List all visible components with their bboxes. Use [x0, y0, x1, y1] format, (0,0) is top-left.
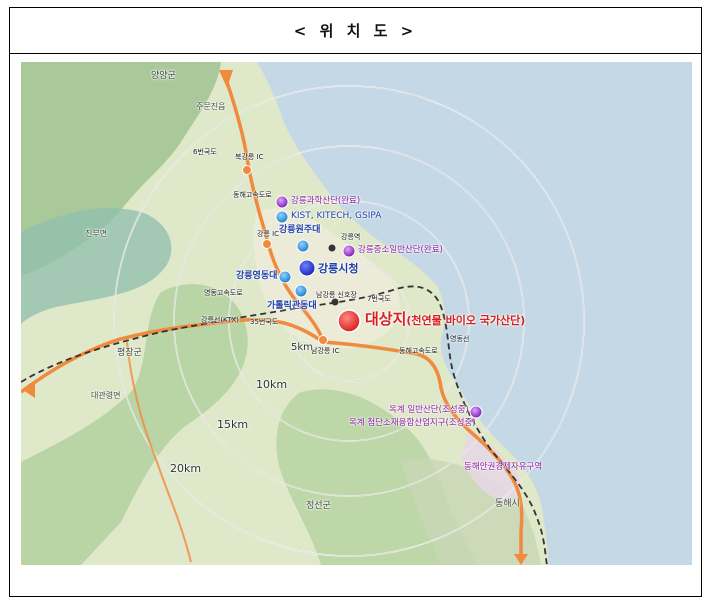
road-label-yeongdong-line: 영동선 [450, 335, 470, 343]
road-label-r7: 7번국도 [367, 295, 391, 303]
road-label-r35: 35번국도 [250, 318, 279, 326]
ring-label-5km: 5km [291, 342, 313, 353]
place-daegwallyeong: 대관령면 [91, 391, 121, 400]
city-hall-marker [298, 259, 316, 277]
ic-namgangneung [318, 335, 328, 345]
road-label-namgangneung: 남강릉 IC [311, 347, 340, 355]
road-label-r6: 6번국도 [193, 148, 217, 156]
place-yangyang: 양양군 [151, 71, 176, 81]
label-catholic-university: 가톨릭관동대 [267, 301, 317, 311]
institutes-marker [275, 210, 289, 224]
place-donghae: 동해시 [495, 499, 520, 509]
place-pyeongchang: 평창군 [117, 348, 142, 358]
label-yeongdong-university: 강릉영동대 [236, 271, 278, 281]
catholic-university-marker [294, 284, 308, 298]
science-complex-marker [275, 195, 289, 209]
road-label-gangneung-station: 강릉역 [341, 233, 361, 241]
yeongdong-university-marker [278, 270, 292, 284]
place-jeongseon: 정선군 [306, 501, 331, 511]
label-institutes: KIST, KITECH, GSIPA [291, 211, 382, 221]
road-label-donghae-exp-2: 동해고속도로 [399, 347, 438, 355]
road-label-ktx: 강릉선(KTX) [201, 316, 239, 324]
label-okgye-complex: 옥계 일반산단(조성중) [389, 405, 469, 415]
road-label-bukgangneung: 북강릉 IC [235, 153, 264, 161]
road-label-namgangneung-station: 남강릉 신호장 [316, 291, 357, 299]
place-jinbu: 진부면 [85, 229, 108, 238]
label-target-site: 대상지(천연물 바이오 국가산단) [365, 311, 525, 327]
target-site-marker [337, 309, 361, 333]
location-map: 양양군 주문진읍 진부면 평창군 대관령면 정선군 동해시 5km 10km 1… [21, 62, 692, 565]
place-jumun: 주문진읍 [196, 102, 226, 111]
road-label-gangneung-ic: 강릉 IC [257, 230, 280, 238]
label-science-complex: 강릉과학산단(완료) [291, 196, 361, 206]
sme-complex-marker [342, 244, 356, 258]
road-label-yeongdong-exp: 영동고속도로 [204, 289, 243, 297]
target-subtitle: (천연물 바이오 국가산단) [406, 314, 526, 327]
wonju-university-marker [296, 239, 310, 253]
map-graphic [21, 62, 585, 565]
ic-gangneung [262, 239, 272, 249]
title-bar: < 위 치 도 > [10, 8, 701, 54]
ring-label-20km: 20km [170, 462, 202, 475]
road-label-donghae-exp: 동해고속도로 [233, 191, 272, 199]
label-okgye-advanced: 옥계 첨단소재융합산업지구(조성중) [349, 418, 476, 428]
gangneung-station-marker [328, 244, 336, 252]
label-wonju-university: 강릉원주대 [279, 225, 321, 235]
target-name: 대상지 [365, 310, 407, 328]
ring-label-15km: 15km [217, 418, 249, 431]
okgye-complex-marker [469, 405, 483, 419]
label-fez: 동해안권경제자유구역 [464, 462, 543, 472]
page-title: < 위 치 도 > [293, 22, 418, 40]
namgangneung-station-marker [331, 298, 339, 306]
ring-label-10km: 10km [256, 378, 288, 391]
label-city-hall: 강릉시청 [318, 262, 359, 275]
ic-bukgangneung [242, 165, 252, 175]
label-sme-complex: 강릉중소일반산단(완료) [358, 245, 443, 255]
